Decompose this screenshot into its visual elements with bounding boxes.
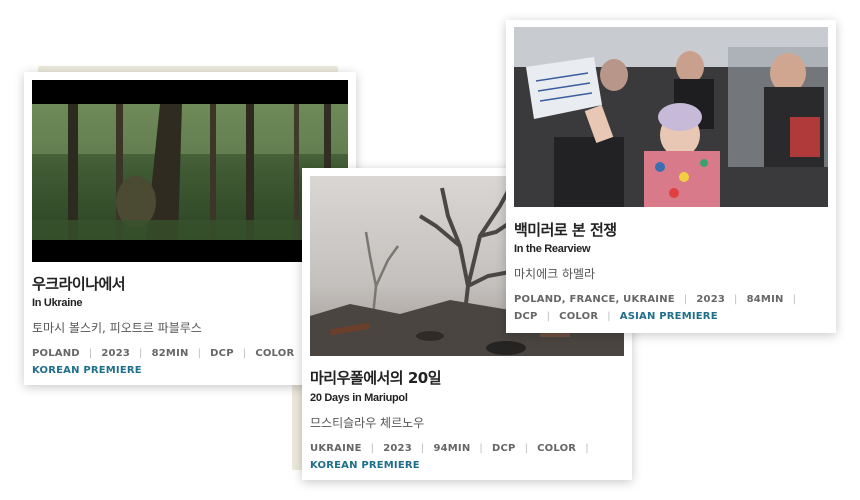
film-still (32, 80, 348, 262)
film-director: 마치에크 하멜라 (514, 267, 596, 281)
film-title-korean: 마리우폴에서의 20일 (310, 369, 442, 387)
meta-format: DCP (210, 348, 234, 359)
film-still (514, 27, 828, 207)
film-title-english: 20 Days in Mariupol (310, 392, 408, 404)
premiere-badge: KOREAN PREMIERE (32, 365, 142, 376)
meta-country: POLAND (32, 348, 80, 359)
meta-format: DCP (491, 443, 516, 454)
film-director: 므스티슬라우 체르노우 (310, 416, 425, 430)
meta-year: 2023 (101, 348, 131, 359)
meta-color: COLOR (537, 443, 577, 454)
film-meta: POLAND|2023|82MIN|DCP|COLOR| (32, 348, 307, 359)
premiere-badge: KOREAN PREMIERE (310, 460, 420, 471)
film-meta-second-line: DCP | COLOR | ASIAN PREMIERE (514, 311, 718, 322)
film-meta: UKRAINE | 2023 | 94MIN | DCP | COLOR | (310, 443, 589, 454)
meta-country: UKRAINE (310, 443, 362, 454)
meta-year: 2023 (696, 294, 726, 305)
meta-runtime: 84MIN (746, 294, 784, 305)
film-title-english: In the Rearview (514, 243, 591, 255)
film-director: 토마시 볼스키, 피오트르 파블루스 (32, 321, 202, 335)
meta-color: COLOR (255, 348, 295, 359)
meta-format: DCP (514, 311, 538, 322)
meta-country: POLAND, FRANCE, UKRAINE (514, 294, 675, 305)
meta-color: COLOR (559, 311, 599, 322)
meta-runtime: 82MIN (151, 348, 189, 359)
film-card-in-the-rearview[interactable]: 백미러로 본 전쟁 In the Rearview 마치에크 하멜라 POLAN… (506, 20, 836, 333)
premiere-badge: ASIAN PREMIERE (619, 311, 718, 322)
film-title-korean: 백미러로 본 전쟁 (514, 221, 617, 239)
film-meta: POLAND, FRANCE, UKRAINE | 2023 | 84MIN | (514, 294, 797, 305)
film-title-english: In Ukraine (32, 297, 83, 309)
meta-year: 2023 (383, 443, 412, 454)
film-title-korean: 우크라이나에서 (32, 275, 126, 293)
meta-runtime: 94MIN (433, 443, 471, 454)
